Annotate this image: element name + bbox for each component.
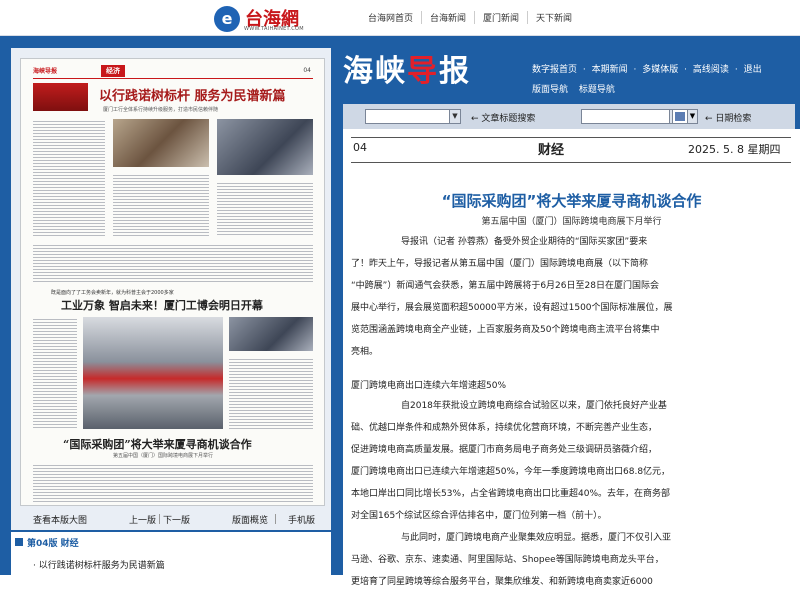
article-section: 财经 [538,143,565,158]
article-page-number: 04 [353,141,367,154]
paper-headline-3[interactable]: “国际采购团”将大举来厦寻商机谈合作 [63,436,252,452]
paper-photo [113,119,209,167]
layout-view-link[interactable]: 版面概览 [232,513,268,526]
chevron-down-icon: ▼ [687,110,697,123]
masthead-menu: 数字报首页 · 本期新闻 · 多媒体版 · 高线阅读 · 退出 [532,65,762,75]
paper-headline-2[interactable]: 工业万象 智启未来！厦门工博会明日开幕 [61,297,263,313]
article-subtitle: 第五届中国（厦门）国际跨境电商展下月举行 [481,217,662,227]
menu-multimedia[interactable]: 多媒体版 [642,65,678,75]
top-bar: e 台海網 WWW.TAIHAINET.COM 台海网首页 台海新闻 厦门新闻 … [0,0,800,36]
menu-this-issue[interactable]: 本期新闻 [592,65,628,75]
section-header: 第04版 财经 [11,530,331,552]
article-subhead: 厦门跨境电商出口连续六年增速超50% [351,381,507,391]
prev-page-link[interactable]: 上一版 [129,513,156,526]
article-paragraph-1: 导报讯（记者 孙蓉燕）备受外贸企业期待的“国际买家团”要来 了！昨天上午，导报记… [351,237,673,357]
paper-photo [229,317,313,351]
mobile-version-link[interactable]: 手机版 [288,513,315,526]
article-list: · 以行践诺树标杆服务为民谱新篇 [11,552,331,575]
next-page-link[interactable]: 下一版 [163,513,190,526]
article-title-select[interactable]: ▼ [365,109,461,124]
site-logo-url: WWW.TAIHAINET.COM [244,26,304,32]
section-label: 第04版 财经 [27,539,79,549]
square-bullet-icon [15,538,23,546]
article-title: “国际采购团”将大举来厦寻商机谈合作 [441,192,702,210]
paper-banner-sub: 既是面向了了工务会卖新年，就为科普主会于2000多家 [51,290,174,296]
nav-world-news-link[interactable]: 天下新闻 [527,11,580,24]
paper-subheadline-3: 第五届中国（厦门）国际跨境电商展下月举行 [113,453,214,459]
page-nav: 查看本版大图 上一版 下一版 版面概览 手机版 [11,506,331,530]
nav-taihai-news-link[interactable]: 台海新闻 [421,11,474,24]
paper-text-column [217,181,313,237]
paper-page-number: 04 [303,67,311,74]
menu-digital-home[interactable]: 数字报首页 [532,65,577,75]
paper-section-tag: 经济 [101,65,125,77]
paper-header: 海峡导报 经济 04 [33,65,313,79]
paper-text-column [229,357,313,429]
search-bar: ▼ ← 文章标题搜索 ▼ ▼ ← 日期检索 [343,104,795,129]
paper-ad-image [33,83,88,111]
article-paragraph-3: 与此同时，厦门跨境电商产业聚集效应明显。据悉，厦门不仅引入亚 马逊、谷歌、京东、… [351,533,672,587]
calendar-icon [675,112,685,121]
calendar-button[interactable]: ▼ [672,109,698,124]
paper-photo [83,317,223,429]
newspaper-page-image[interactable]: 海峡导报 经济 04 以行践诺树标杆 服务为民谱新篇 厦门工行全体系行持续升级服… [20,58,325,506]
article-list-item[interactable]: · 以行践诺树标杆服务为民谱新篇 [33,558,165,571]
paper-logo: 海峡导报 [33,68,58,75]
menu-logout[interactable]: 退出 [744,65,762,75]
menu-title-nav[interactable]: 标题导航 [579,85,615,95]
paper-photo [217,119,313,175]
menu-offline-read[interactable]: 高线阅读 [693,65,729,75]
taihai-logo-icon[interactable]: e [214,6,240,32]
paper-text-column [33,317,77,429]
menu-layout-nav[interactable]: 版面导航 [532,85,568,95]
newspaper-masthead: 海峡导报 [343,54,471,89]
paper-text-column [33,119,105,237]
date-select[interactable]: ▼ [581,109,681,124]
view-large-link[interactable]: 查看本版大图 [33,513,87,526]
paper-text-column [33,463,313,503]
paper-text-column [33,243,313,283]
article-panel: 04 财经 2025. 5. 8 星期四 “国际采购团”将大举来厦寻商机谈合作 … [343,129,800,587]
top-nav: 台海网首页 台海新闻 厦门新闻 天下新闻 [360,11,580,24]
date-search-link[interactable]: ← 日期检索 [705,111,751,124]
article-paragraph-2: 自2018年获批设立跨境电商综合试验区以来，厦门依托良好产业基 础、优越口岸条件… [351,401,671,521]
article-date: 2025. 5. 8 星期四 [688,143,781,156]
paper-text-column [113,173,209,237]
nav-xiamen-news-link[interactable]: 厦门新闻 [474,11,527,24]
nav-home-link[interactable]: 台海网首页 [360,11,421,24]
chevron-down-icon: ▼ [449,110,460,123]
paper-headline-1[interactable]: 以行践诺树标杆 服务为民谱新篇 [99,85,286,104]
paper-subheadline-1: 厦门工行全体系行持续升级服务，打造市民信赖伴随 [103,107,219,113]
masthead-menu-2: 版面导航 标题导航 [532,82,623,95]
article-title-search-link[interactable]: ← 文章标题搜索 [471,111,535,124]
